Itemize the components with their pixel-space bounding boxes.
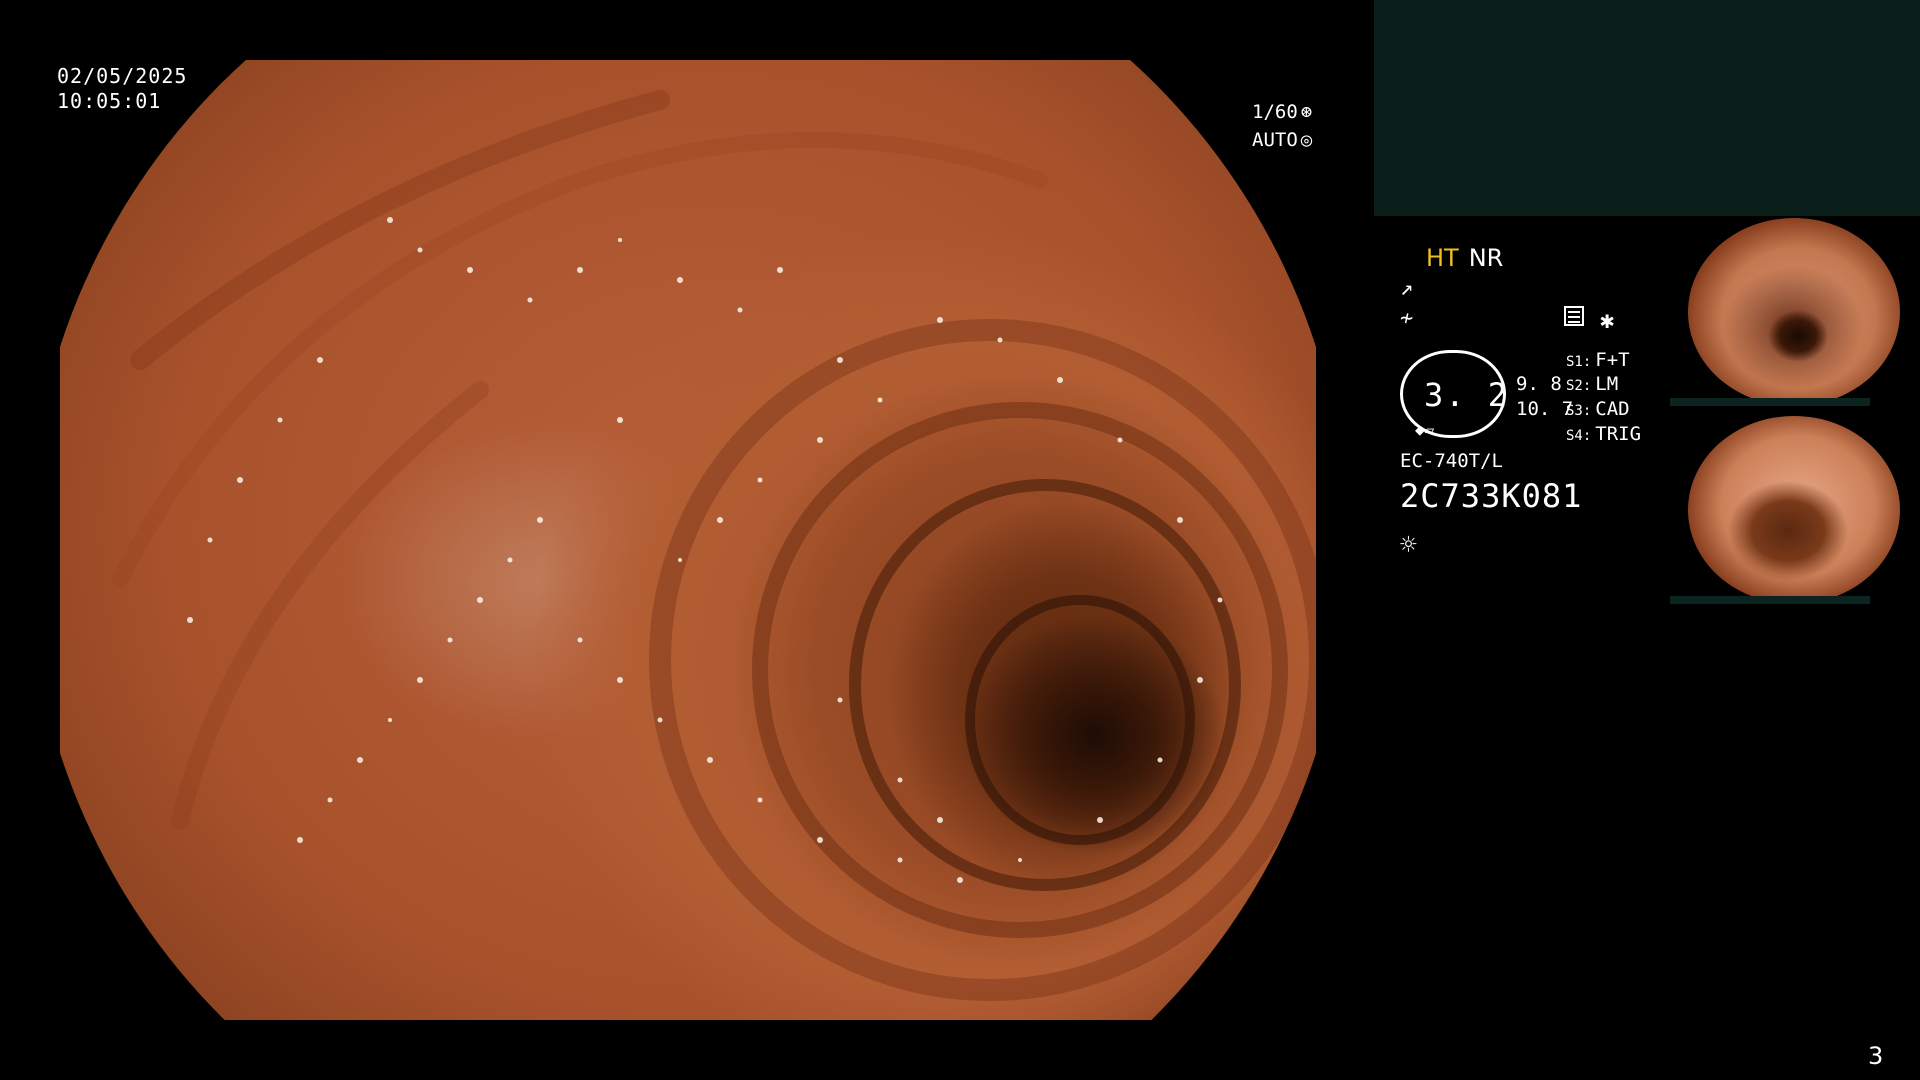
switch-key: S3:: [1566, 403, 1592, 419]
captured-thumbnail-1[interactable]: [1670, 218, 1918, 406]
zoom-value: 3. 2: [1424, 376, 1510, 414]
settings-list-icon: [1564, 306, 1584, 326]
shutter-speed: 1/60: [1252, 101, 1298, 123]
scope-serial: 2C733K081: [1400, 477, 1583, 515]
mucosal-folds: [112, 90, 1316, 1001]
top-info-panel: [1374, 0, 1920, 216]
date-text: 02/05/2025: [57, 64, 188, 88]
page-number: 3: [1868, 1042, 1884, 1070]
scope-model: EC-740T/L: [1400, 450, 1503, 472]
filter-icon: ≁: [1400, 306, 1414, 331]
switch-s1: S1: F+T: [1566, 349, 1630, 371]
enhance-icon: ↗: [1400, 276, 1414, 301]
exposure-overlay: 1/60 ⊛ AUTO ◎: [1252, 98, 1312, 154]
switch-value: TRIG: [1595, 423, 1642, 445]
iris-icon: ◎: [1300, 129, 1313, 151]
aperture-icon: ⊛: [1300, 101, 1313, 123]
thumbnail-bar: [1670, 398, 1870, 406]
asterisk-icon: ✱: [1600, 306, 1615, 334]
stat-value-a: 9. 8: [1516, 373, 1562, 395]
switch-value: LM: [1595, 373, 1619, 395]
ht-mode-label: HT: [1426, 244, 1459, 272]
time-text: 10:05:01: [57, 89, 162, 113]
light-source-icon: ☼: [1400, 528, 1417, 561]
endoscopy-view: [60, 60, 1316, 1020]
switch-key: S4:: [1566, 428, 1592, 444]
datetime-overlay: 02/05/2025 10:05:01: [57, 64, 187, 114]
switch-key: S1:: [1566, 354, 1592, 370]
exposure-row: AUTO ◎: [1252, 126, 1312, 154]
shutter-row: 1/60 ⊛: [1252, 98, 1312, 126]
stat-value-b: 10. 7: [1516, 398, 1574, 420]
mode-indicators: HT NR: [1426, 244, 1503, 272]
switch-s2: S2: LM: [1566, 373, 1618, 395]
thumbnail-image: [1688, 416, 1900, 604]
exposure-mode: AUTO: [1252, 129, 1298, 151]
switch-s4: S4: TRIG: [1566, 423, 1641, 445]
switch-value: CAD: [1595, 398, 1630, 420]
switch-value: F+T: [1595, 349, 1630, 371]
zoom-marker-icon: ◆▱: [1415, 420, 1435, 439]
nr-mode-label: NR: [1468, 244, 1504, 272]
captured-thumbnail-2[interactable]: [1670, 416, 1918, 604]
thumbnail-bar: [1670, 596, 1870, 604]
switch-s3: S3: CAD: [1566, 398, 1630, 420]
switch-key: S2:: [1566, 378, 1592, 394]
thumbnail-image: [1688, 218, 1900, 406]
